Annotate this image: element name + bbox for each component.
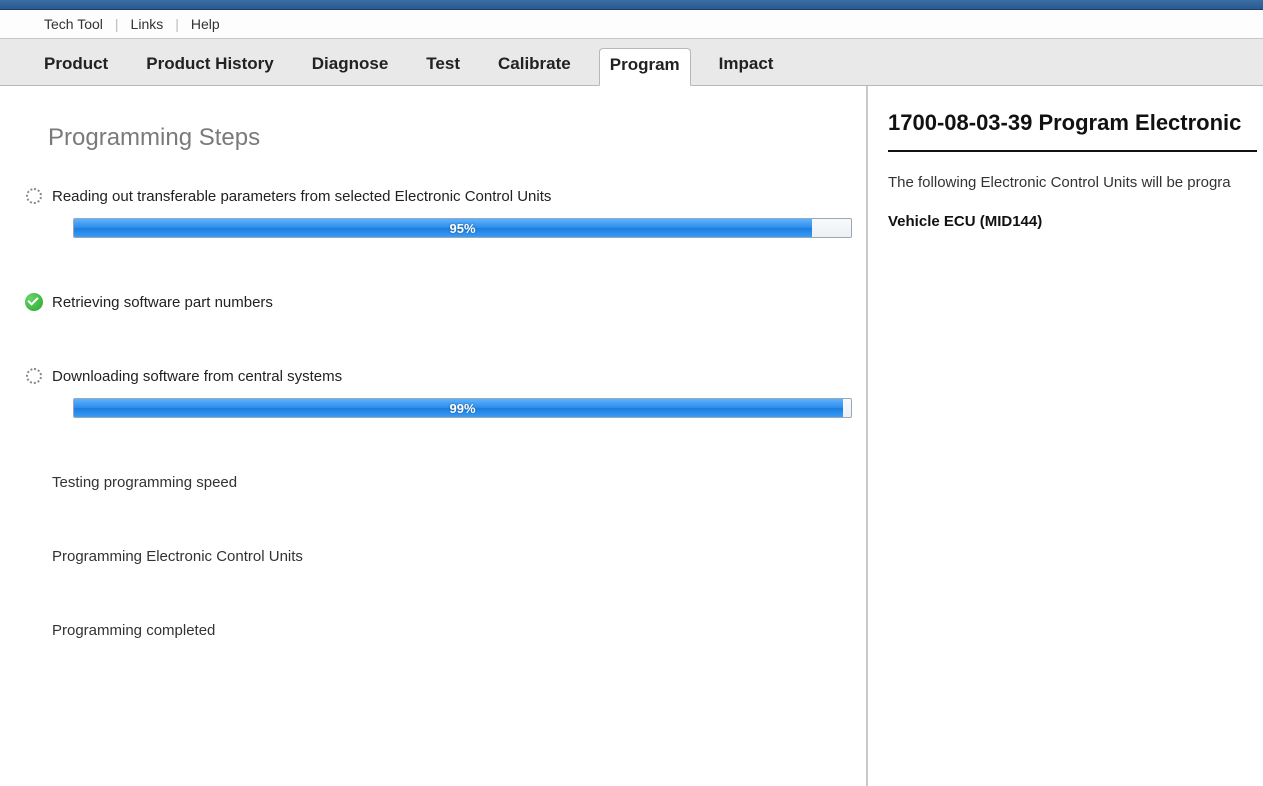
tab-program[interactable]: Program bbox=[599, 48, 691, 86]
progress-text: 99% bbox=[74, 399, 851, 417]
progress-text: 95% bbox=[74, 219, 851, 237]
step-test-speed: Testing programming speed bbox=[48, 472, 854, 492]
step-label: Testing programming speed bbox=[52, 474, 237, 491]
operation-description: The following Electronic Control Units w… bbox=[888, 174, 1257, 191]
side-panel: 1700-08-03-39 Program Electronic The fol… bbox=[868, 86, 1263, 786]
check-icon bbox=[24, 292, 44, 312]
window-titlebar bbox=[0, 0, 1263, 10]
operation-title: 1700-08-03-39 Program Electronic bbox=[888, 110, 1257, 136]
tab-product[interactable]: Product bbox=[34, 48, 118, 86]
content-area: Programming Steps Reading out transferab… bbox=[0, 86, 1263, 786]
step-completed: Programming completed bbox=[48, 620, 854, 640]
step-read-parameters: Reading out transferable parameters from… bbox=[48, 186, 854, 238]
spinner-icon bbox=[24, 186, 44, 206]
step-label: Reading out transferable parameters from… bbox=[52, 188, 551, 205]
menu-item-links[interactable]: Links bbox=[125, 14, 170, 34]
menubar: Tech Tool | Links | Help bbox=[0, 10, 1263, 39]
tab-product-history[interactable]: Product History bbox=[136, 48, 284, 86]
section-title: Programming Steps bbox=[48, 124, 854, 152]
tab-impact[interactable]: Impact bbox=[709, 48, 784, 86]
title-divider bbox=[888, 150, 1257, 152]
tab-calibrate[interactable]: Calibrate bbox=[488, 48, 581, 86]
step-label: Programming completed bbox=[52, 622, 215, 639]
tab-diagnose[interactable]: Diagnose bbox=[302, 48, 399, 86]
menu-separator: | bbox=[115, 16, 119, 32]
step-program-ecus: Programming Electronic Control Units bbox=[48, 546, 854, 566]
step-label: Downloading software from central system… bbox=[52, 368, 342, 385]
menu-item-tech-tool[interactable]: Tech Tool bbox=[38, 14, 109, 34]
step-retrieve-partnumbers: Retrieving software part numbers bbox=[48, 292, 854, 312]
step-download-software: Downloading software from central system… bbox=[48, 366, 854, 418]
menu-item-help[interactable]: Help bbox=[185, 14, 226, 34]
progress-bar: 95% bbox=[73, 218, 852, 238]
tab-test[interactable]: Test bbox=[416, 48, 470, 86]
main-panel: Programming Steps Reading out transferab… bbox=[0, 86, 868, 786]
progress-bar: 99% bbox=[73, 398, 852, 418]
main-tabs: Product Product History Diagnose Test Ca… bbox=[0, 39, 1263, 86]
step-label: Retrieving software part numbers bbox=[52, 294, 273, 311]
ecu-item: Vehicle ECU (MID144) bbox=[888, 213, 1257, 230]
menu-separator: | bbox=[175, 16, 179, 32]
spinner-icon bbox=[24, 366, 44, 386]
step-label: Programming Electronic Control Units bbox=[52, 548, 303, 565]
